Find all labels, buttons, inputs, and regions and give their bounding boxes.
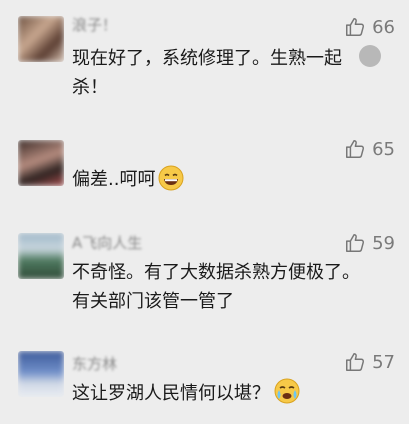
grinning-face-icon: [158, 165, 184, 200]
comment-text-content: 这让罗湖人民情何以堪？: [72, 383, 270, 404]
comment-item: A飞向人生 不奇怪。有了大数据杀熟方便极了。有关部门该管一管了 59: [0, 218, 409, 328]
like-button[interactable]: 65: [344, 138, 395, 160]
avatar[interactable]: [18, 140, 64, 186]
like-button[interactable]: 57: [344, 351, 395, 373]
commenter-name[interactable]: 东方林: [72, 353, 117, 373]
thumbs-up-icon: [344, 351, 366, 373]
comment-text: 不奇怪。有了大数据杀熟方便极了。有关部门该管一管了: [72, 262, 360, 312]
comment-text: 偏差..呵呵: [72, 165, 372, 200]
avatar[interactable]: [18, 351, 64, 397]
commenter-name[interactable]: 浪子！: [72, 14, 117, 34]
like-button[interactable]: 66: [344, 16, 395, 38]
like-count: 66: [372, 16, 395, 38]
comment-item: 浪子！ 现在好了，系统修理了。生熟一起杀！ 66: [0, 0, 409, 110]
like-count: 57: [372, 351, 395, 373]
thumbs-up-icon: [344, 16, 366, 38]
like-button[interactable]: 59: [344, 232, 395, 254]
comment-text-content: 偏差..呵呵: [72, 169, 156, 190]
commenter-name[interactable]: A飞向人生: [72, 232, 142, 252]
comment-item: 偏差..呵呵 65: [0, 125, 409, 215]
scroll-indicator[interactable]: [359, 45, 381, 67]
thumbs-up-icon: [344, 232, 366, 254]
like-count: 59: [372, 232, 395, 254]
comment-text: 这让罗湖人民情何以堪？: [72, 377, 372, 414]
comment-text: 现在好了，系统修理了。生熟一起杀！: [72, 48, 342, 98]
avatar[interactable]: [18, 233, 64, 279]
avatar[interactable]: [18, 16, 64, 62]
comment-item: 东方林 这让罗湖人民情何以堪？ 57: [0, 335, 409, 424]
crying-face-icon: [273, 377, 301, 414]
like-count: 65: [372, 138, 395, 160]
thumbs-up-icon: [344, 138, 366, 160]
